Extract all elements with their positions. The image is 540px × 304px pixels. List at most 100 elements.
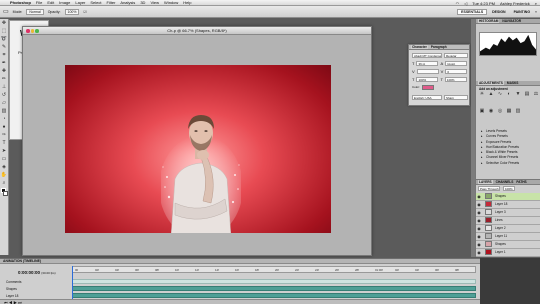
quick-select-tool-icon[interactable]: ✎ — [1, 44, 8, 51]
tab-paragraph[interactable]: Paragraph — [431, 45, 447, 49]
visibility-eye-icon[interactable]: ◉ — [476, 242, 482, 247]
font-style-select[interactable]: Regular — [444, 53, 468, 58]
horizontal-scale-field[interactable]: 100% — [444, 77, 467, 82]
preset-selective-color[interactable]: Selective Color Presets — [480, 161, 538, 167]
hand-tool-icon[interactable]: ✋ — [1, 172, 8, 179]
workspace-essentials[interactable]: ESSENTIALS — [457, 9, 488, 15]
layer-row[interactable]: ◉ Layer 18 — [476, 201, 540, 209]
layer-row[interactable]: ◉ Shapes — [476, 241, 540, 249]
timeline-track[interactable] — [72, 286, 476, 291]
posterize-icon[interactable]: ▥ — [515, 108, 521, 114]
timeline-ruler[interactable]: 00 02f 04f 06f 08f 10f 12f 14f 16f 18f 2… — [72, 266, 476, 273]
volume-icon[interactable]: ◁ — [464, 1, 467, 6]
document-title-bar[interactable]: Ch-p @ 66.7% (Shapes, RGB/8*) — [23, 27, 371, 35]
tracking-field[interactable]: 0 — [445, 69, 468, 74]
tab-paths[interactable]: PATHS — [516, 180, 526, 184]
visibility-eye-icon[interactable]: ◉ — [476, 234, 482, 239]
tab-histogram[interactable]: HISTOGRAM — [478, 19, 500, 23]
timeline-playhead[interactable] — [72, 266, 73, 302]
clock[interactable]: Tue 4:23 PM — [472, 1, 495, 6]
font-family-select[interactable]: Abadi MT Condensed — [412, 53, 442, 58]
menu-window[interactable]: Window — [164, 0, 178, 5]
menu-layer[interactable]: Layer — [75, 0, 85, 5]
dodge-tool-icon[interactable]: ● — [1, 124, 8, 131]
visibility-eye-icon[interactable]: ◉ — [476, 226, 482, 231]
menu-analysis[interactable]: Analysis — [120, 0, 135, 5]
menu-filter[interactable]: Filter — [107, 0, 116, 5]
language-select[interactable]: English: USA — [412, 95, 442, 100]
menu-image[interactable]: Image — [59, 0, 70, 5]
3d-tool-icon[interactable]: ◈ — [1, 164, 8, 171]
balance-icon[interactable]: ⚖ — [533, 91, 539, 97]
tab-character[interactable]: Character — [411, 45, 428, 49]
levels-icon[interactable]: ▲ — [488, 91, 494, 97]
brush-tool-icon[interactable]: ✏ — [1, 76, 8, 83]
blur-tool-icon[interactable]: ◔ — [1, 116, 8, 123]
healing-tool-icon[interactable]: ✚ — [1, 68, 8, 75]
leading-field[interactable]: (Auto) — [445, 61, 468, 66]
tool-preset-icon[interactable]: ▭ — [3, 8, 9, 15]
minimize-icon[interactable] — [30, 29, 34, 33]
bw-icon[interactable]: ▣ — [479, 108, 485, 114]
vertical-scale-field[interactable]: 100% — [416, 77, 439, 82]
track-label[interactable]: Comments — [6, 280, 21, 284]
text-color-swatch[interactable] — [422, 85, 435, 90]
font-size-field[interactable]: 36 pt — [416, 61, 439, 66]
zoom-tool-icon[interactable]: ⌕ — [1, 180, 8, 187]
timeline-track[interactable] — [72, 279, 476, 284]
eyedropper-tool-icon[interactable]: ✒ — [1, 60, 8, 67]
pen-tool-icon[interactable]: ✑ — [1, 132, 8, 139]
current-timecode[interactable]: 0:00:00:00 (30.00 fps) — [18, 270, 56, 275]
path-select-tool-icon[interactable]: ➤ — [1, 148, 8, 155]
antialias-checkbox[interactable]: ☑ — [83, 10, 86, 14]
kerning-field[interactable] — [416, 69, 439, 74]
menu-file[interactable]: File — [36, 0, 42, 5]
workspace-painting[interactable]: PAINTING — [511, 9, 533, 15]
lasso-tool-icon[interactable]: ➰ — [1, 36, 8, 43]
move-tool-icon[interactable]: ✥ — [1, 20, 8, 27]
mixer-icon[interactable]: ◎ — [497, 108, 503, 114]
user-name[interactable]: Ashley Frederick — [500, 1, 530, 6]
shape-tool-icon[interactable]: ▭ — [1, 156, 8, 163]
tab-adjustments[interactable]: ADJUSTMENTS — [478, 81, 504, 85]
blend-mode-select[interactable]: Pass Through — [478, 186, 500, 191]
play-controls-icon[interactable]: ⏮ ◀ ▶ ⏭ — [4, 300, 22, 304]
document-window[interactable]: Ch-p @ 66.7% (Shapes, RGB/8*) — [22, 26, 372, 256]
menu-select[interactable]: Select — [90, 0, 101, 5]
tab-channels[interactable]: CHANNELS — [496, 180, 514, 184]
tab-masks[interactable]: MASKS — [507, 81, 519, 85]
visibility-eye-icon[interactable]: ◉ — [476, 250, 482, 255]
marquee-tool-icon[interactable]: ⬚ — [1, 28, 8, 35]
visibility-eye-icon[interactable]: ◉ — [476, 194, 482, 199]
layer-row[interactable]: ◉ Layer 1 — [476, 249, 540, 257]
eraser-tool-icon[interactable]: ▱ — [1, 100, 8, 107]
visibility-eye-icon[interactable]: ◉ — [476, 218, 482, 223]
mode-select[interactable]: Normal — [26, 8, 44, 15]
character-panel[interactable]: Character Paragraph Abadi MT Condensed R… — [408, 44, 470, 106]
curves-icon[interactable]: ∿ — [497, 91, 503, 97]
opacity-field[interactable]: 100% — [64, 8, 80, 15]
tab-navigator[interactable]: NAVIGATOR — [502, 19, 521, 23]
color-swatches[interactable] — [0, 188, 8, 198]
wifi-icon[interactable]: ◠ — [456, 1, 460, 6]
layer-row[interactable]: ◉ Layer 11 — [476, 233, 540, 241]
vibrance-icon[interactable]: ▼ — [515, 91, 521, 97]
layer-row[interactable]: ◉ Layer 3 — [476, 209, 540, 217]
gradient-tool-icon[interactable]: ▥ — [1, 108, 8, 115]
layer-row[interactable]: ◉ Lines — [476, 217, 540, 225]
history-brush-icon[interactable]: ↺ — [1, 92, 8, 99]
app-menu[interactable]: Photoshop — [10, 0, 31, 5]
track-label[interactable]: Layer 18 — [6, 294, 18, 298]
crop-tool-icon[interactable]: ⌗ — [1, 52, 8, 59]
hue-icon[interactable]: ▤ — [524, 91, 530, 97]
visibility-eye-icon[interactable]: ◉ — [476, 210, 482, 215]
workspace-design[interactable]: DESIGN — [489, 9, 508, 15]
search-icon[interactable]: ⌕ — [535, 1, 537, 6]
workspace-more-icon[interactable]: » — [535, 10, 537, 14]
visibility-eye-icon[interactable]: ◉ — [476, 202, 482, 207]
menu-view[interactable]: View — [150, 0, 159, 5]
layer-row[interactable]: ◉ Shapes — [476, 193, 540, 201]
antialias-select[interactable]: Sharp — [444, 95, 468, 100]
timeline-track[interactable] — [72, 293, 476, 298]
menu-edit[interactable]: Edit — [47, 0, 54, 5]
